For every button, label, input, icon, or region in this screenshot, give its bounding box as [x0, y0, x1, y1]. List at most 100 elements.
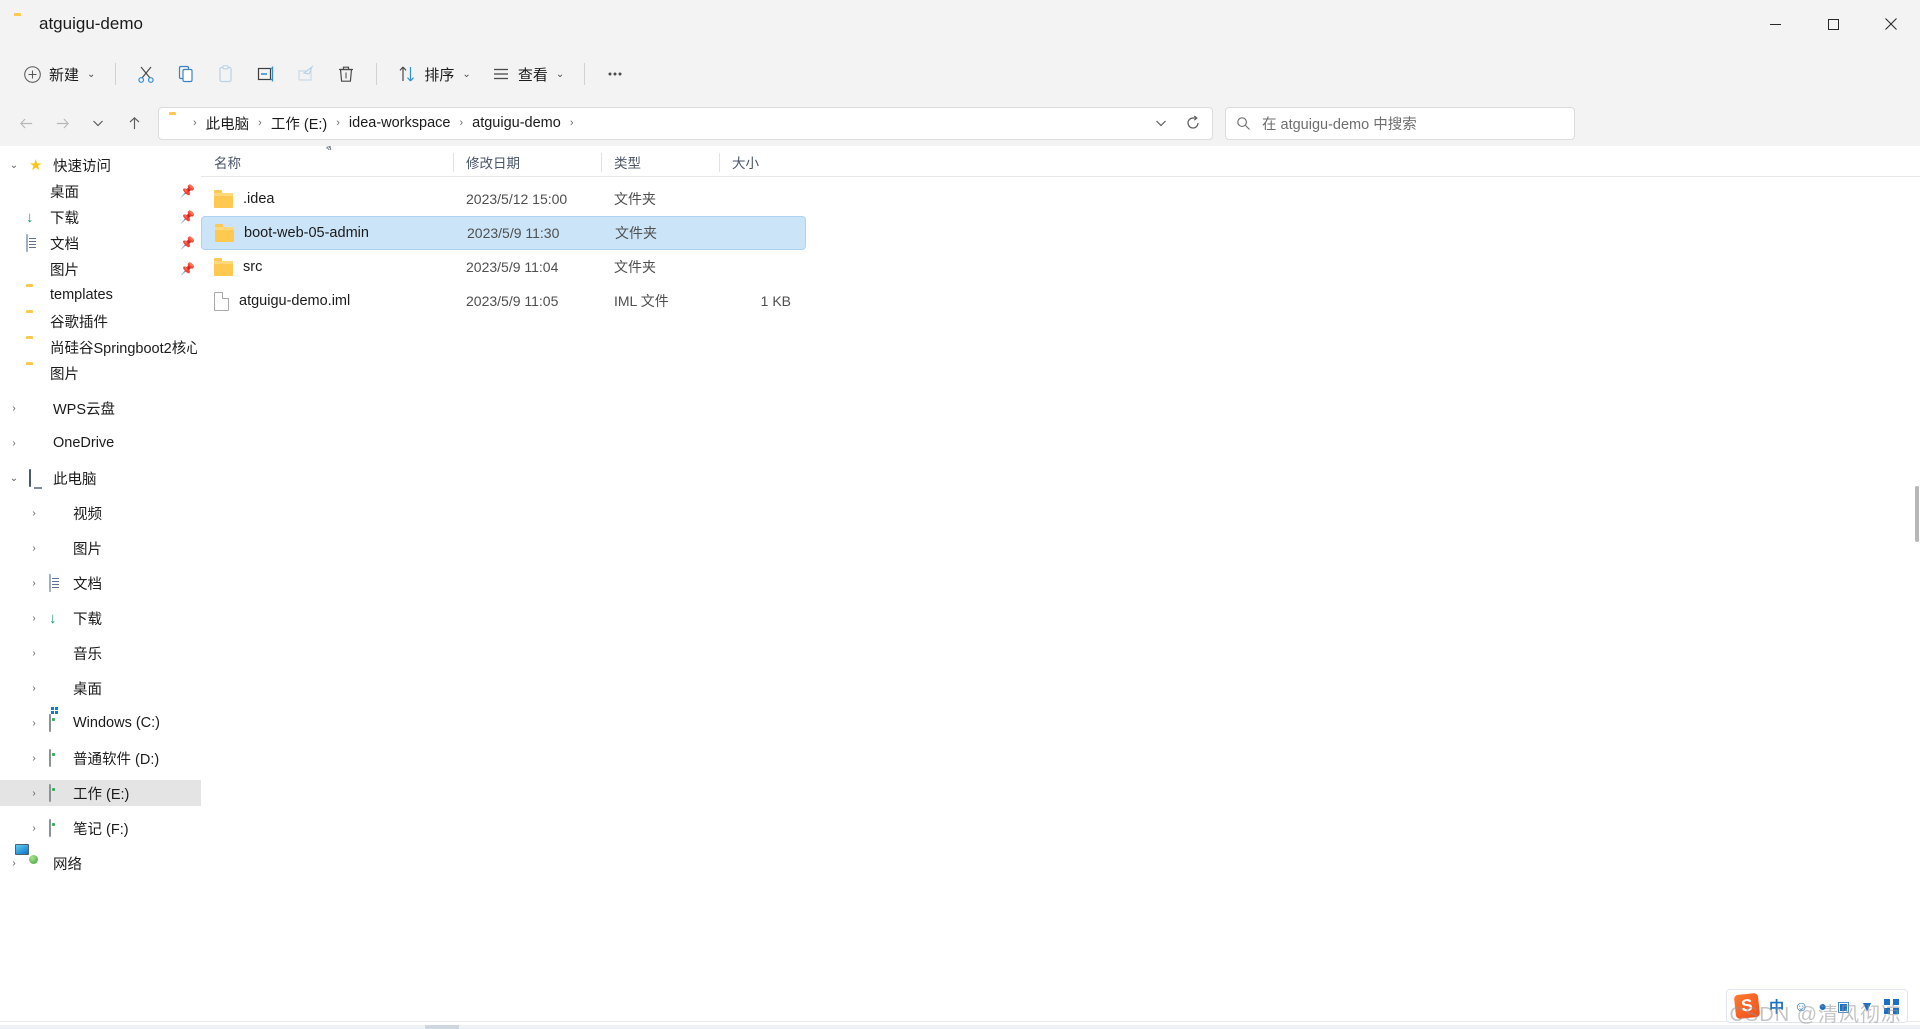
paste-button[interactable]: [207, 55, 245, 93]
cell-size: [720, 217, 800, 249]
back-button[interactable]: [8, 106, 44, 140]
column-header-date-modified[interactable]: 修改日期: [453, 147, 601, 178]
table-row[interactable]: atguigu-demo.iml 2023/5/9 11:05 IML 文件 1…: [201, 284, 1920, 318]
pin-icon[interactable]: 📌: [180, 262, 195, 276]
sidebar-item-chrome-plugins[interactable]: 谷歌插件: [0, 308, 201, 334]
refresh-button[interactable]: [1178, 110, 1208, 137]
sidebar-item-wps-cloud[interactable]: › WPS云盘: [0, 395, 201, 421]
table-row[interactable]: .idea 2023/5/12 15:00 文件夹: [201, 182, 1920, 216]
chevron-down-icon[interactable]: ⌄: [6, 473, 22, 484]
chevron-right-icon[interactable]: ›: [26, 648, 42, 659]
file-rows: .idea 2023/5/12 15:00 文件夹 boot-web-05-ad…: [201, 177, 1920, 318]
sidebar-item-pictures-folder[interactable]: 图片: [0, 360, 201, 386]
chevron-right-icon[interactable]: ›: [26, 508, 42, 519]
sidebar-item-templates[interactable]: templates: [0, 282, 201, 308]
sidebar-item-label: OneDrive: [53, 435, 115, 451]
close-button[interactable]: [1862, 0, 1920, 48]
chevron-right-icon[interactable]: ›: [26, 753, 42, 764]
sidebar-item-springboot2-course[interactable]: 尚硅谷Springboot2核心技: [0, 334, 201, 360]
breadcrumb-item-idea-workspace[interactable]: idea-workspace: [343, 112, 457, 134]
chevron-right-icon[interactable]: ›: [26, 683, 42, 694]
chevron-right-icon[interactable]: ›: [6, 438, 22, 449]
breadcrumb-item-drive-e[interactable]: 工作 (E:): [265, 110, 333, 137]
column-header-size[interactable]: 大小: [719, 147, 799, 178]
column-header-name[interactable]: 名称 ⱏ: [201, 146, 453, 178]
column-header-label: 类型: [614, 156, 641, 171]
chevron-right-icon[interactable]: ›: [6, 858, 22, 869]
sidebar-item-this-pc[interactable]: ⌄ 此电脑: [0, 465, 201, 491]
sidebar-item-drive-e[interactable]: › 工作 (E:): [0, 780, 201, 806]
title-bar-left: atguigu-demo: [0, 14, 143, 34]
breadcrumb-item-atguigu-demo[interactable]: atguigu-demo: [466, 112, 567, 134]
rename-button[interactable]: [247, 55, 285, 93]
table-row[interactable]: boot-web-05-admin 2023/5/9 11:30 文件夹: [201, 216, 1920, 250]
cut-button[interactable]: [127, 55, 165, 93]
chevron-right-icon[interactable]: ›: [26, 543, 42, 554]
address-history-button[interactable]: [1146, 110, 1176, 137]
pin-icon[interactable]: 📌: [180, 236, 195, 250]
copy-button[interactable]: [167, 55, 205, 93]
cell-date-modified: 2023/5/9 11:30: [467, 225, 560, 241]
chevron-right-icon[interactable]: ›: [26, 788, 42, 799]
chevron-right-icon[interactable]: ›: [6, 403, 22, 414]
view-button[interactable]: 查看 ⌄: [482, 55, 573, 93]
chevron-down-icon: [93, 120, 103, 127]
sidebar-item-label: 图片: [73, 541, 102, 558]
maximize-button[interactable]: [1804, 0, 1862, 48]
sidebar-item-onedrive[interactable]: › OneDrive: [0, 430, 201, 456]
navigation-pane: ⌄ ★ 快速访问 桌面 📌 ↓ 下载 📌 文档 📌 图片 📌 templates: [0, 146, 201, 1021]
table-row[interactable]: src 2023/5/9 11:04 文件夹: [201, 250, 1920, 284]
file-name: atguigu-demo.iml: [239, 293, 351, 309]
folder-icon: [26, 339, 43, 356]
pin-icon[interactable]: 📌: [180, 184, 195, 198]
command-bar: 新建 ⌄ 排序 ⌄ 查看 ⌄: [0, 48, 1920, 100]
minimize-button[interactable]: [1746, 0, 1804, 48]
row-surface[interactable]: src 2023/5/9 11:04 文件夹: [201, 250, 806, 284]
more-options-button[interactable]: [596, 55, 634, 93]
sidebar-item-documents-pc[interactable]: › 文档: [0, 570, 201, 596]
sort-button[interactable]: 排序 ⌄: [388, 55, 479, 93]
minimize-icon: [1769, 23, 1781, 25]
address-bar[interactable]: › 此电脑 › 工作 (E:) › idea-workspace › atgui…: [158, 106, 1213, 140]
column-header-label: 名称: [214, 156, 241, 171]
search-box[interactable]: 在 atguigu-demo 中搜索: [1225, 106, 1575, 140]
new-button[interactable]: 新建 ⌄: [14, 55, 104, 93]
sort-arrows-icon: [399, 66, 415, 82]
cell-type: 文件夹: [614, 191, 656, 207]
sidebar-item-drive-c[interactable]: › Windows (C:): [0, 710, 201, 736]
up-button[interactable]: [116, 106, 152, 140]
sidebar-item-drive-d[interactable]: › 普通软件 (D:): [0, 745, 201, 771]
sidebar-item-pictures[interactable]: 图片 📌: [0, 256, 201, 282]
delete-button[interactable]: [327, 55, 365, 93]
row-surface[interactable]: atguigu-demo.iml 2023/5/9 11:05 IML 文件 1…: [201, 284, 806, 318]
sidebar-item-drive-f[interactable]: › 笔记 (F:): [0, 815, 201, 841]
sidebar-item-desktop[interactable]: 桌面 📌: [0, 178, 201, 204]
chevron-right-icon[interactable]: ›: [26, 823, 42, 834]
chevron-right-icon[interactable]: ›: [26, 578, 42, 589]
search-input[interactable]: 在 atguigu-demo 中搜索: [1262, 113, 1417, 134]
vertical-scrollbar-thumb[interactable]: [1915, 486, 1919, 542]
recent-locations-button[interactable]: [80, 106, 116, 140]
chevron-right-icon[interactable]: ›: [26, 613, 42, 624]
chevron-down-icon[interactable]: ⌄: [6, 160, 22, 171]
row-surface[interactable]: boot-web-05-admin 2023/5/9 11:30 文件夹: [201, 216, 806, 250]
sidebar-item-music[interactable]: › 音乐: [0, 640, 201, 666]
sidebar-item-pictures-pc[interactable]: › 图片: [0, 535, 201, 561]
sidebar-item-quick-access[interactable]: ⌄ ★ 快速访问: [0, 152, 201, 178]
sidebar-item-desktop-pc[interactable]: › 桌面: [0, 675, 201, 701]
sidebar-item-downloads-pc[interactable]: › ↓ 下载: [0, 605, 201, 631]
sidebar-item-network[interactable]: › 网络: [0, 850, 201, 876]
sidebar-item-downloads[interactable]: ↓ 下载 📌: [0, 204, 201, 230]
sidebar-item-videos[interactable]: › 视频: [0, 500, 201, 526]
pin-icon[interactable]: 📌: [180, 210, 195, 224]
row-surface[interactable]: .idea 2023/5/12 15:00 文件夹: [201, 182, 806, 216]
column-header-type[interactable]: 类型: [601, 147, 719, 178]
forward-button[interactable]: [44, 106, 80, 140]
share-button[interactable]: [287, 55, 325, 93]
cell-size: [719, 182, 799, 216]
chevron-right-icon[interactable]: ›: [26, 718, 42, 729]
breadcrumb-item-this-pc[interactable]: 此电脑: [200, 110, 256, 137]
